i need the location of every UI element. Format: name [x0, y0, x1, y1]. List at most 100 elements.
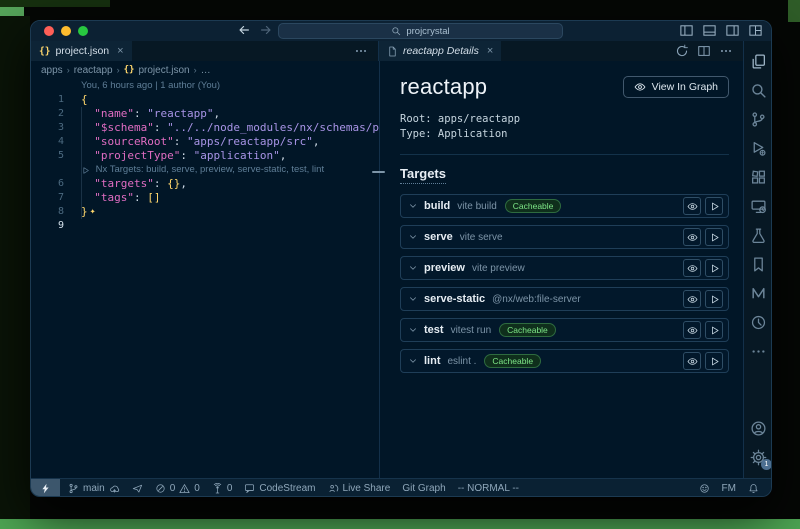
zoom-button[interactable]: [78, 26, 88, 36]
status-notifications[interactable]: [742, 479, 765, 497]
breadcrumb-item[interactable]: project.json: [138, 65, 189, 76]
command-center-search[interactable]: projcrystal: [278, 23, 563, 39]
close-button[interactable]: [44, 26, 54, 36]
close-tab-icon[interactable]: ×: [487, 45, 493, 57]
target-row-serve-static[interactable]: serve-static@nx/web:file-server: [400, 287, 729, 311]
target-row-build[interactable]: buildvite buildCacheable: [400, 194, 729, 218]
toggle-primary-sidebar-icon[interactable]: [679, 23, 694, 38]
status-publish[interactable]: [126, 479, 149, 497]
target-view-config-button[interactable]: [683, 228, 701, 246]
view-in-graph-button[interactable]: View In Graph: [623, 76, 729, 98]
status-vim-mode[interactable]: -- NORMAL --: [452, 479, 525, 497]
code-token: [81, 107, 94, 121]
refresh-icon[interactable]: [675, 44, 689, 58]
line-number: 3: [31, 121, 67, 135]
target-run-button[interactable]: [705, 228, 723, 246]
bookmarks-icon: [750, 256, 767, 273]
search-text: projcrystal: [406, 26, 449, 37]
code-token: [81, 177, 94, 191]
status-label: CodeStream: [259, 483, 315, 494]
breadcrumb-separator: ›: [117, 65, 120, 75]
activity-item-settings[interactable]: 1: [746, 443, 772, 472]
more-actions-icon[interactable]: [354, 44, 368, 58]
activity-item-source-control[interactable]: [746, 105, 772, 134]
tab-reactapp-details[interactable]: reactapp Details ×: [379, 41, 502, 61]
status-problems[interactable]: 00: [149, 479, 206, 497]
target-run-button[interactable]: [705, 352, 723, 370]
activity-item-remote-explorer[interactable]: [746, 192, 772, 221]
activity-item-search[interactable]: [746, 76, 772, 105]
status-git-graph[interactable]: Git Graph: [396, 479, 451, 497]
status-label: 0: [170, 483, 176, 494]
toggle-secondary-sidebar-icon[interactable]: [725, 23, 740, 38]
code-token: "../../node_modules/nx/schemas/project-s: [167, 121, 379, 135]
code-line: 5 "projectType": "application",: [31, 149, 379, 163]
breadcrumb[interactable]: apps›reactapp›{}project.json›…: [31, 61, 379, 79]
target-row-preview[interactable]: previewvite preview: [400, 256, 729, 280]
tab-project-json[interactable]: {} project.json ×: [31, 41, 133, 61]
code-line: 1{: [31, 93, 379, 107]
target-view-config-button[interactable]: [683, 197, 701, 215]
search-icon: [391, 26, 401, 36]
code-line: 4 "sourceRoot": "apps/reactapp/src",: [31, 135, 379, 149]
status-git-branch[interactable]: main: [62, 479, 126, 497]
code-token: :: [134, 107, 147, 121]
activity-item-nx-console[interactable]: [746, 279, 772, 308]
status-broadcast[interactable]: 0: [206, 479, 239, 497]
activity-item-bookmarks[interactable]: [746, 250, 772, 279]
chevron-down-icon: [408, 325, 418, 335]
target-view-config-button[interactable]: [683, 321, 701, 339]
target-command: eslint .: [448, 356, 477, 367]
code-line: 6 "targets": {},: [31, 177, 379, 191]
play-icon: [709, 232, 720, 243]
toggle-panel-icon[interactable]: [702, 23, 717, 38]
status-format-indicator[interactable]: FM: [716, 479, 742, 497]
nx-console-icon: [750, 285, 767, 302]
target-run-button[interactable]: [705, 290, 723, 308]
close-tab-icon[interactable]: ×: [117, 45, 123, 57]
navigate-forward-icon[interactable]: [259, 23, 273, 37]
target-row-lint[interactable]: linteslint .Cacheable: [400, 349, 729, 373]
breadcrumb-item[interactable]: …: [201, 65, 211, 76]
target-view-config-button[interactable]: [683, 259, 701, 277]
target-run-button[interactable]: [705, 197, 723, 215]
activity-item-accounts[interactable]: [746, 414, 772, 443]
target-run-button[interactable]: [705, 259, 723, 277]
code-token: {}: [167, 177, 180, 191]
activity-item-more-views[interactable]: [746, 337, 772, 366]
line-number: 5: [31, 149, 67, 163]
status-feedback[interactable]: [693, 479, 716, 497]
source-control-icon: [750, 111, 767, 128]
run-and-debug-icon: [750, 140, 767, 157]
customize-layout-icon[interactable]: [748, 23, 763, 38]
breadcrumb-item[interactable]: reactapp: [74, 65, 113, 76]
target-view-config-button[interactable]: [683, 352, 701, 370]
codelens-line[interactable]: You, 6 hours ago | 1 author (You): [31, 79, 379, 93]
minimize-button[interactable]: [61, 26, 71, 36]
breadcrumb-item[interactable]: apps: [41, 65, 63, 76]
code-token: {: [81, 93, 88, 107]
editor-sash-handle[interactable]: [372, 171, 385, 173]
activity-item-run-and-debug[interactable]: [746, 134, 772, 163]
target-view-config-button[interactable]: [683, 290, 701, 308]
target-run-button[interactable]: [705, 321, 723, 339]
split-editor-icon[interactable]: [697, 44, 711, 58]
more-actions-icon[interactable]: [719, 44, 733, 58]
activity-item-explorer[interactable]: [746, 47, 772, 76]
codelens-line[interactable]: Nx Targets: build, serve, preview, serve…: [31, 163, 379, 177]
navigate-back-icon[interactable]: [237, 23, 251, 37]
status-live-share[interactable]: Live Share: [322, 479, 397, 497]
line-number: 9: [31, 219, 67, 233]
activity-item-testing[interactable]: [746, 221, 772, 250]
status-remote-indicator[interactable]: [31, 479, 60, 497]
code-editor[interactable]: You, 6 hours ago | 1 author (You)1{2 "na…: [31, 79, 379, 478]
tab-label: reactapp Details: [403, 45, 479, 57]
cacheable-badge: Cacheable: [505, 199, 562, 213]
target-row-serve[interactable]: servevite serve: [400, 225, 729, 249]
target-row-test[interactable]: testvitest runCacheable: [400, 318, 729, 342]
status-codestream[interactable]: CodeStream: [238, 479, 321, 497]
activity-item-extensions[interactable]: [746, 163, 772, 192]
code-token: [81, 121, 94, 135]
activity-bar-bottom: 1: [746, 414, 772, 478]
activity-item-timeline[interactable]: [746, 308, 772, 337]
